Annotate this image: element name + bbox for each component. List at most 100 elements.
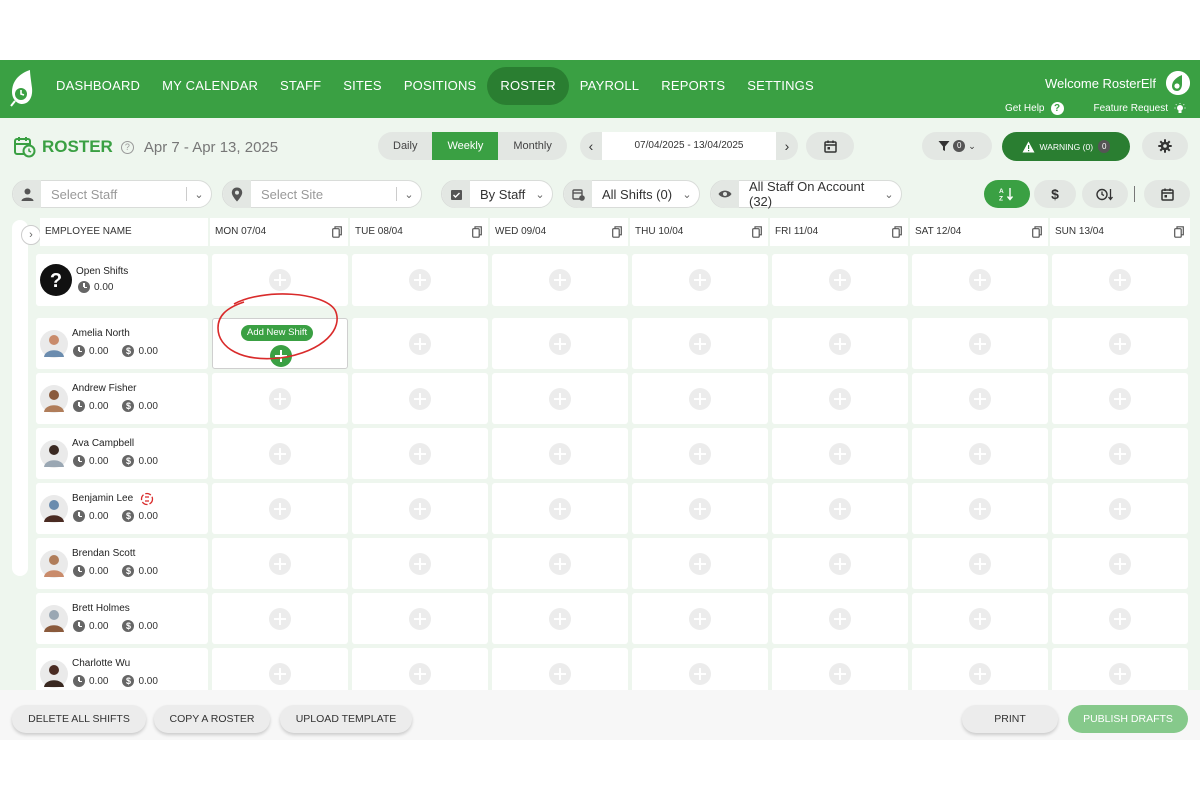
shift-cell[interactable] [1052,483,1188,534]
warning-button[interactable]: WARNING (0) 0 [1002,132,1130,161]
shift-cell[interactable] [912,254,1048,306]
shift-cell[interactable] [912,483,1048,534]
next-week-icon[interactable]: › [776,138,798,154]
shift-cell[interactable] [632,254,768,306]
shift-cell[interactable] [212,428,348,479]
shift-cell[interactable] [1052,373,1188,424]
shift-cell[interactable] [212,538,348,589]
copy-icon[interactable] [752,226,762,238]
nav-my-calendar[interactable]: MY CALENDAR [151,67,269,105]
filter-button[interactable]: 0 ⌄ [922,132,992,160]
shift-cell[interactable] [632,318,768,369]
shift-cell[interactable] [1052,593,1188,644]
shift-cell[interactable] [352,428,488,479]
nav-payroll[interactable]: PAYROLL [569,67,650,105]
employee-name-header[interactable]: EMPLOYEE NAME [40,218,208,246]
shift-cell[interactable] [912,318,1048,369]
date-range-field[interactable]: 07/04/2025 - 13/04/2025 [602,132,776,160]
add-shift-plus-icon[interactable] [969,662,991,685]
add-shift-plus-icon[interactable] [689,442,711,465]
add-shift-plus-icon[interactable] [409,497,431,520]
shift-cell[interactable] [492,428,628,479]
feature-request-link[interactable]: Feature Request [1094,103,1169,114]
question-icon[interactable]: ? [1050,102,1064,115]
add-shift-plus-icon[interactable] [1109,497,1131,520]
cost-toggle-button[interactable]: $ [1034,180,1076,208]
shift-cell[interactable] [632,483,768,534]
shift-cell[interactable] [212,593,348,644]
add-shift-plus-icon[interactable] [689,497,711,520]
add-shift-plus-icon[interactable] [269,387,291,410]
calendar-view-button[interactable] [1144,180,1190,208]
shift-cell[interactable] [632,373,768,424]
shift-cell[interactable] [632,538,768,589]
add-shift-plus-icon[interactable] [969,552,991,575]
nav-positions[interactable]: POSITIONS [393,67,488,105]
shift-cell[interactable] [492,538,628,589]
tab-monthly[interactable]: Monthly [498,132,567,160]
prev-week-icon[interactable]: ‹ [580,138,602,154]
add-shift-plus-icon[interactable] [1109,269,1131,291]
nav-roster[interactable]: ROSTER [487,67,569,105]
add-shift-plus-icon[interactable] [829,332,851,355]
copy-icon[interactable] [332,226,342,238]
add-shift-plus-icon[interactable] [689,332,711,355]
shift-cell[interactable] [772,593,908,644]
shift-cell[interactable] [772,373,908,424]
staff-visibility-select[interactable]: All Staff On Account (32) ⌄ [710,179,902,209]
employee-row-label[interactable]: Brett Holmes 0.00 $0.00 [36,593,208,644]
shift-cell[interactable] [352,373,488,424]
shift-cell[interactable] [632,593,768,644]
help-icon[interactable]: ? [120,140,134,154]
add-shift-plus-icon[interactable] [829,552,851,575]
add-shift-plus-icon[interactable] [969,607,991,630]
add-shift-plus-icon[interactable] [1109,607,1131,630]
shift-cell[interactable] [492,593,628,644]
employee-row-label[interactable]: Andrew Fisher 0.00 $0.00 [36,373,208,424]
tab-daily[interactable]: Daily [378,132,432,160]
delete-all-shifts-button[interactable]: DELETE ALL SHIFTS [12,705,146,733]
add-shift-plus-icon[interactable] [829,387,851,410]
staff-select[interactable]: Select Staff ⌄ [12,180,212,208]
add-shift-plus-icon[interactable] [269,442,291,465]
add-shift-plus-icon[interactable] [549,387,571,410]
add-shift-plus-icon[interactable] [269,497,291,520]
shift-cell[interactable] [772,538,908,589]
shift-cell[interactable] [632,428,768,479]
shift-cell[interactable] [912,538,1048,589]
add-shift-plus-icon[interactable] [829,662,851,685]
shift-cell[interactable] [1052,538,1188,589]
add-shift-plus-icon[interactable] [269,552,291,575]
shift-cell[interactable] [1052,318,1188,369]
employee-row-label[interactable]: Ava Campbell 0.00 $0.00 [36,428,208,479]
add-shift-plus-icon[interactable] [549,332,571,355]
add-shift-plus-icon[interactable] [409,442,431,465]
nav-reports[interactable]: REPORTS [650,67,736,105]
shift-cell[interactable] [212,373,348,424]
add-shift-plus-icon[interactable] [409,332,431,355]
shift-cell[interactable] [1052,428,1188,479]
employee-row-label[interactable]: Brendan Scott 0.00 $0.00 [36,538,208,589]
site-select[interactable]: Select Site ⌄ [222,180,422,208]
add-shift-plus-icon[interactable] [409,552,431,575]
add-shift-plus-icon[interactable] [689,387,711,410]
shifts-select[interactable]: All Shifts (0) ⌄ [563,180,700,208]
swap-request-icon[interactable] [140,492,154,506]
add-shift-plus-icon[interactable] [689,607,711,630]
shift-cell[interactable] [912,373,1048,424]
add-shift-plus-icon[interactable] [829,442,851,465]
publish-drafts-button[interactable]: PUBLISH DRAFTS [1068,705,1188,733]
user-menu-icon[interactable] [1166,71,1190,95]
add-shift-plus-icon[interactable] [969,497,991,520]
nav-settings[interactable]: SETTINGS [736,67,825,105]
lightbulb-icon[interactable] [1174,102,1186,115]
shift-cell[interactable] [212,483,348,534]
copy-icon[interactable] [472,226,482,238]
copy-roster-button[interactable]: COPY A ROSTER [154,705,270,733]
add-shift-plus-icon[interactable] [269,662,291,685]
shift-cell[interactable] [772,318,908,369]
shift-cell[interactable] [352,483,488,534]
add-shift-plus-icon[interactable] [969,442,991,465]
settings-button[interactable] [1142,132,1188,160]
shift-cell[interactable] [1052,254,1188,306]
